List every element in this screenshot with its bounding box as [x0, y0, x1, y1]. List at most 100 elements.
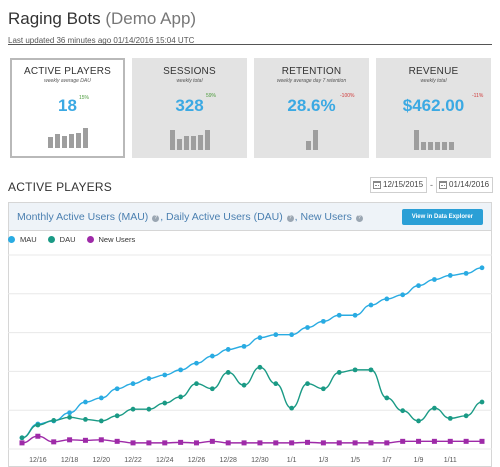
section-title: ACTIVE PLAYERS [8, 180, 112, 194]
data-point [384, 395, 390, 401]
help-icon[interactable]: ? [355, 215, 363, 222]
legend-item-new-users[interactable]: New Users [86, 235, 135, 244]
card-delta: -11% [472, 93, 484, 99]
data-point [19, 435, 25, 441]
data-point [209, 386, 215, 392]
data-point [178, 394, 184, 400]
data-point [273, 440, 279, 446]
card-sessions[interactable]: SESSIONS weekly total 328 59% [132, 58, 247, 158]
header-divider [8, 44, 492, 45]
start-date-input[interactable]: 12/15/2015 [370, 177, 428, 193]
data-point [162, 400, 168, 406]
data-point [178, 367, 184, 373]
data-point [320, 386, 326, 392]
series-line-dau [21, 366, 483, 439]
card-retention[interactable]: RETENTION weekly average day 7 retention… [254, 58, 369, 158]
data-point [352, 312, 358, 318]
data-point [225, 347, 231, 352]
sparkline-bar [68, 134, 74, 148]
data-point [432, 405, 437, 411]
sparkline-bar [420, 142, 426, 150]
card-delta: -100% [340, 93, 355, 99]
x-tick-label: 1/7 [382, 457, 392, 464]
data-point [114, 386, 120, 392]
help-icon[interactable]: ? [152, 215, 160, 222]
data-point [336, 440, 342, 446]
data-point [416, 418, 421, 424]
help-icon[interactable]: ? [286, 215, 294, 222]
data-point [273, 332, 279, 338]
sparkline-bar [427, 142, 433, 150]
date-separator: - [430, 180, 434, 190]
x-tick-label: 12/26 [188, 457, 206, 464]
data-point [289, 332, 295, 338]
data-point [400, 408, 406, 414]
data-point [400, 292, 406, 298]
chart-title: Monthly Active Users (MAU) ?, Daily Acti… [17, 211, 364, 223]
card-active-players[interactable]: ACTIVE PLAYERS weekly average DAU 18 15% [10, 58, 125, 158]
card-revenue[interactable]: REVENUE weekly total $462.00 -11% [376, 58, 491, 158]
sparkline-bars [305, 128, 319, 150]
data-point [273, 381, 279, 387]
sparkline-bar [190, 136, 196, 150]
data-point [209, 353, 215, 359]
view-in-data-explorer-button[interactable]: View in Data Explorer [401, 209, 483, 225]
data-point [51, 439, 57, 445]
data-point [400, 438, 406, 444]
sparkline-bars [169, 128, 211, 150]
card-value: $462.00 [402, 96, 465, 115]
data-point [178, 439, 184, 445]
card-value: 328 [175, 96, 204, 115]
card-title: RETENTION [281, 66, 342, 77]
data-point [479, 265, 485, 271]
x-tick-label: 1/1 [287, 457, 297, 464]
data-point [146, 376, 152, 381]
sparkline-bars [47, 126, 89, 148]
calendar-icon [373, 181, 381, 189]
series-line-new-users [21, 435, 482, 444]
x-tick-label: 12/20 [93, 457, 111, 464]
x-tick-label: 12/22 [124, 457, 142, 464]
data-point [368, 440, 374, 446]
data-point [384, 440, 390, 446]
data-point [67, 410, 72, 416]
x-tick-label: 12/18 [61, 457, 79, 464]
data-point [352, 440, 358, 446]
data-point [416, 438, 422, 444]
x-tick-label: 1/11 [444, 457, 457, 464]
sparkline-bar [312, 130, 318, 150]
end-date-input[interactable]: 01/14/2016 [436, 177, 494, 193]
data-point [463, 438, 469, 444]
data-point [83, 416, 88, 422]
legend-swatch-new-users [86, 236, 94, 243]
data-point [416, 283, 421, 289]
sparkline-bar [61, 136, 67, 148]
data-point [336, 312, 342, 318]
legend-label: DAU [59, 235, 76, 244]
card-value: 18 [58, 96, 77, 115]
x-tick-label: 1/5 [350, 457, 360, 464]
sparkline-bar [183, 136, 189, 150]
sparkline-bar [448, 142, 454, 150]
data-point [114, 438, 120, 444]
legend-swatch-dau [47, 236, 55, 243]
data-point [194, 381, 199, 387]
data-point [463, 270, 469, 276]
data-point [431, 438, 437, 444]
card-delta: 15% [79, 95, 90, 101]
x-tick-label: 12/16 [29, 457, 47, 464]
data-point [384, 296, 390, 302]
data-point [130, 406, 136, 412]
sparkline-bar [169, 130, 175, 150]
legend-item-mau[interactable]: MAU [8, 235, 37, 244]
data-point [305, 381, 310, 387]
legend-item-dau[interactable]: DAU [47, 235, 76, 244]
data-point [479, 399, 485, 405]
chart-title-dau: Daily Active Users (DAU) [166, 211, 283, 223]
data-point [289, 440, 295, 446]
data-point [82, 437, 88, 443]
data-point [193, 440, 199, 446]
sparkline-bars [413, 128, 455, 150]
data-point [98, 437, 104, 443]
legend-swatch-mau [8, 236, 15, 243]
